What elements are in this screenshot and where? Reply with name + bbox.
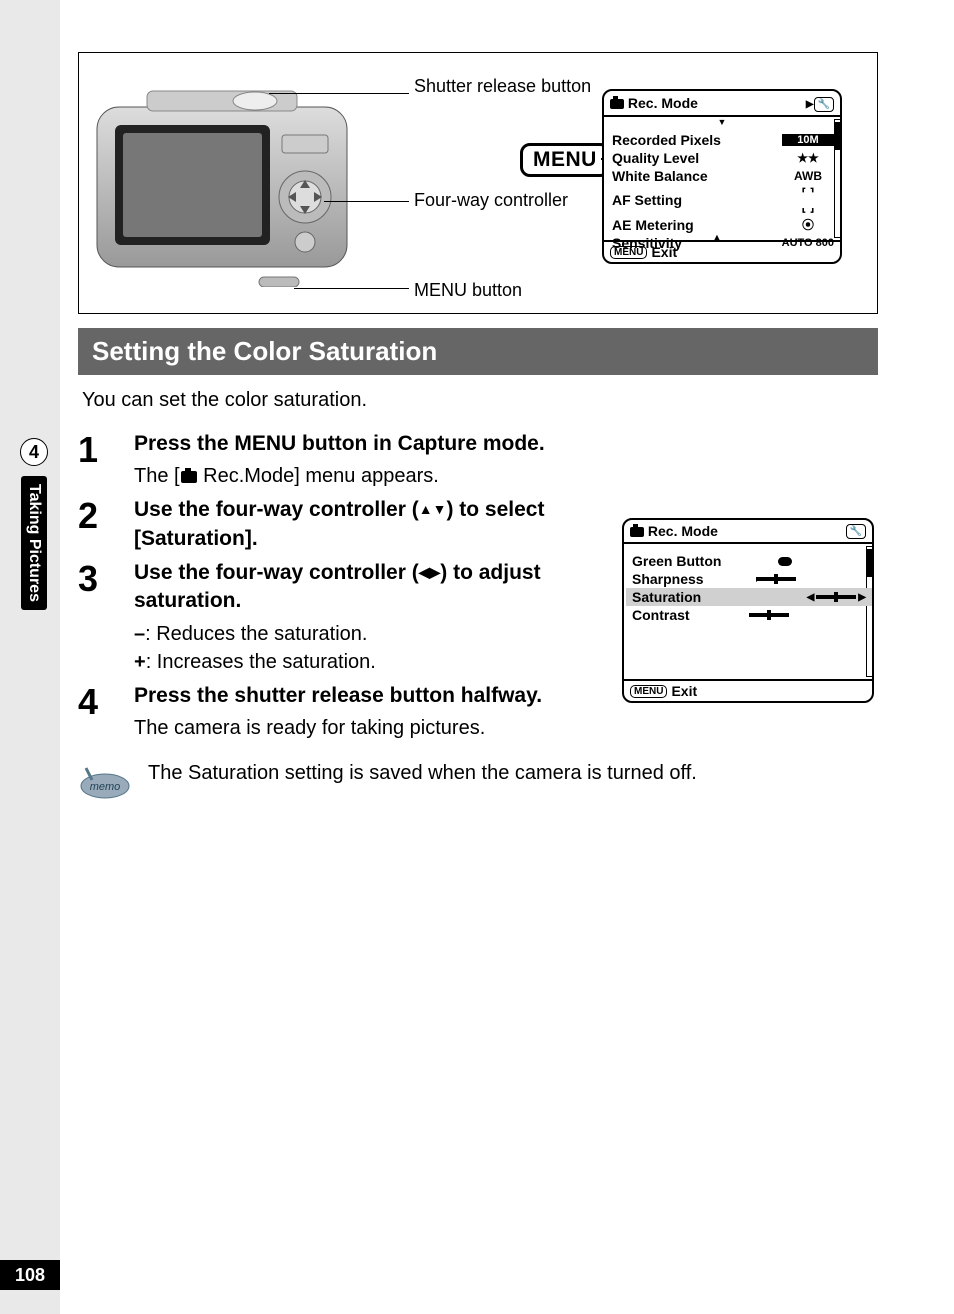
step-heading: Use the four-way controller (◀▶) to adju… (134, 559, 622, 616)
footer-label: Exit (651, 244, 677, 260)
tools-tab-icon: 🔧 (846, 524, 866, 539)
memo-note: memo The Saturation setting is saved whe… (78, 760, 878, 800)
leader-line (324, 201, 409, 202)
label-shutter-release: Shutter release button (414, 75, 591, 98)
step-body: The camera is ready for taking pictures. (134, 714, 878, 742)
lcd-screen-saturation: Rec. Mode 🔧 Green Button Sharpness -+ Sa… (622, 518, 874, 703)
memo-icon: memo (78, 760, 132, 800)
step-body: –: Reduces the saturation. +: Increases … (134, 620, 622, 676)
chapter-title: Taking Pictures (21, 476, 47, 610)
camera-icon (610, 99, 624, 109)
row-label: Recorded Pixels (612, 132, 721, 148)
lcd-screen-recmode: Rec. Mode ▶🔧 ▼ Recorded Pixels 10M Qualit… (602, 89, 842, 264)
screen-footer: MENU Exit (604, 240, 840, 262)
screen-header: Rec. Mode ▶🔧 (604, 91, 840, 117)
step-number: 3 (78, 559, 134, 676)
section-heading: Setting the Color Saturation (78, 328, 878, 375)
step-1: 1 Press the MENU button in Capture mode.… (78, 430, 878, 490)
green-button-icon (778, 557, 792, 566)
leader-line (294, 288, 409, 289)
row-label: Quality Level (612, 150, 699, 166)
slider-icon (816, 591, 856, 603)
menu-row-green-button: Green Button (632, 552, 866, 570)
step-number: 2 (78, 496, 134, 553)
screen-header: Rec. Mode 🔧 (624, 520, 872, 544)
menu-badge-icon: MENU (520, 143, 610, 177)
menu-row-saturation-selected: Saturation ◀ ▶ (626, 588, 872, 606)
menu-mini-icon: MENU (630, 685, 667, 698)
slider-icon: -+ (756, 573, 796, 585)
row-label: Saturation (632, 589, 701, 605)
side-tab: 4 Taking Pictures (20, 438, 48, 610)
plus-sign: + (134, 651, 146, 673)
leader-line (269, 93, 409, 94)
left-arrow-icon: ◀ (807, 592, 815, 603)
row-label: White Balance (612, 168, 708, 184)
updown-arrows-icon: ▲▼ (419, 501, 447, 517)
steps-container: 1 Press the MENU button in Capture mode.… (78, 430, 878, 742)
row-label: AE Metering (612, 217, 694, 233)
row-value: AWB (782, 169, 834, 183)
screen-body: Green Button Sharpness -+ Saturation ◀ ▶… (624, 544, 872, 626)
screen-title: Rec. Mode (648, 523, 718, 539)
slider-icon (749, 609, 789, 621)
leftright-arrows-icon: ◀▶ (419, 564, 441, 580)
menu-row-recorded-pixels: Recorded Pixels 10M (612, 131, 834, 149)
label-fourway-controller: Four-way controller (414, 189, 568, 212)
step-body: The [ Rec.Mode] menu appears. (134, 462, 878, 490)
menu-row-wb: White Balance AWB (612, 167, 834, 185)
step-number: 4 (78, 682, 134, 742)
page-number: 108 (0, 1260, 60, 1290)
row-label: Sharpness (632, 571, 704, 587)
camera-icon (630, 527, 644, 537)
row-value: 10M (782, 134, 834, 146)
menu-row-contrast: Contrast (632, 606, 866, 624)
camera-diagram: Shutter release button Four-way controll… (78, 52, 878, 314)
af-area-icon: ⸢ ⸣⸤ ⸥ (782, 186, 834, 214)
screen-title: Rec. Mode (628, 95, 698, 111)
scroll-up-icon: ▼ (604, 117, 840, 127)
svg-text:memo: memo (90, 781, 121, 793)
step-number: 1 (78, 430, 134, 490)
menu-row-quality: Quality Level ★★ (612, 149, 834, 167)
intro-text: You can set the color saturation. (82, 389, 878, 412)
page-left-margin (0, 0, 60, 1314)
chevron-right-icon: ▶ (806, 99, 814, 110)
step-heading: Use the four-way controller (▲▼) to sele… (134, 496, 622, 553)
menu-row-af: AF Setting ⸢ ⸣⸤ ⸥ (612, 185, 834, 215)
camera-icon (181, 471, 197, 483)
row-label: Contrast (632, 607, 690, 623)
menu-mini-icon: MENU (610, 246, 647, 259)
memo-text: The Saturation setting is saved when the… (148, 760, 697, 785)
label-menu-button: MENU button (414, 279, 522, 302)
svg-text:-: - (756, 576, 757, 585)
row-label: Green Button (632, 553, 721, 569)
step-heading: Press the MENU button in Capture mode. (134, 430, 878, 458)
chapter-number: 4 (20, 438, 48, 466)
row-value: ★★ (782, 151, 834, 165)
camera-illustration (87, 77, 357, 287)
screen-footer: MENU Exit (624, 679, 872, 701)
row-label: AF Setting (612, 192, 682, 208)
minus-sign: – (134, 623, 145, 645)
tools-tab-icon: 🔧 (814, 97, 834, 112)
footer-label: Exit (671, 683, 697, 699)
metering-icon: ⦿ (782, 216, 834, 233)
right-arrow-icon: ▶ (858, 592, 866, 603)
menu-row-sharpness: Sharpness -+ (632, 570, 866, 588)
page-content: Shutter release button Four-way controll… (78, 52, 878, 800)
